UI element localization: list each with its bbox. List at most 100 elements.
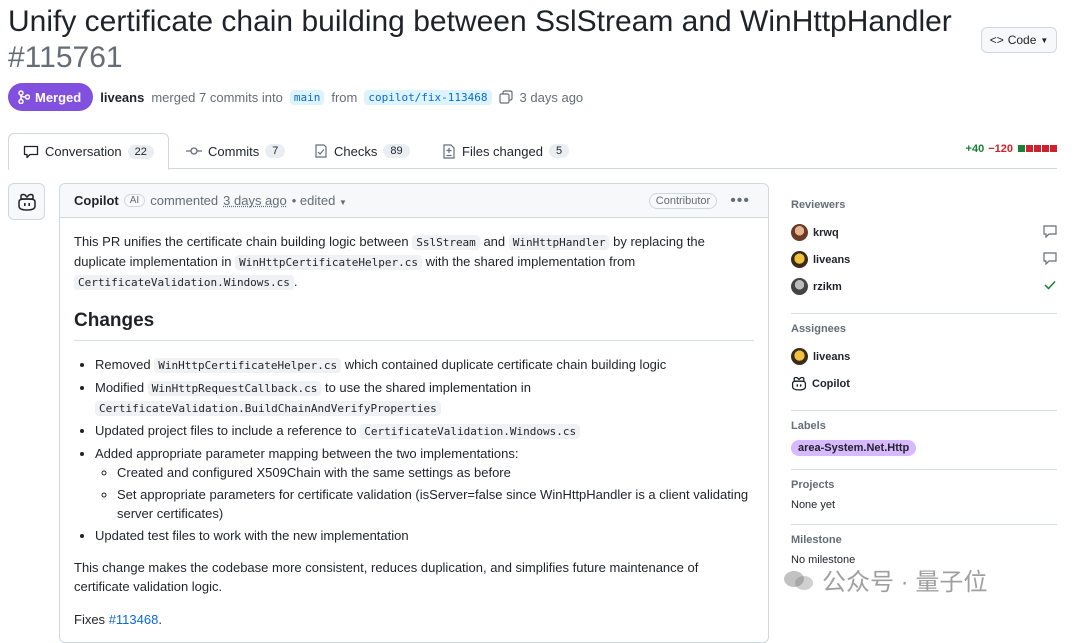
comment-time[interactable]: 3 days ago: [223, 193, 287, 208]
item-text: Updated project files to include a refer…: [95, 423, 357, 438]
diffstat-blocks: [1017, 143, 1057, 155]
kebab-menu-icon[interactable]: •••: [722, 192, 754, 210]
copy-icon[interactable]: [499, 90, 513, 104]
assignee-name: Copilot: [812, 378, 850, 390]
base-branch[interactable]: main: [290, 90, 325, 105]
reviewer-name: rzikm: [813, 281, 842, 293]
checklist-icon: [314, 144, 328, 159]
inline-code: SslStream: [412, 235, 480, 250]
code-button-label: Code: [1008, 33, 1037, 47]
copilot-icon: [791, 376, 807, 391]
pr-meta: Merged liveans merged 7 commits into mai…: [8, 83, 583, 111]
status-label: Merged: [35, 90, 81, 105]
projects-value: None yet: [791, 499, 1057, 511]
item-text: Removed: [95, 357, 151, 372]
reviewers-title[interactable]: Reviewers: [791, 199, 1057, 211]
reviewer-row[interactable]: liveans: [791, 246, 1057, 273]
comment-header: Copilot AI commented 3 days ago • edited…: [60, 184, 768, 218]
reviewers-section: Reviewers krwq liveans rzikm: [791, 190, 1057, 314]
fixes-end: .: [158, 612, 162, 627]
tab-files-changed[interactable]: Files changed 5: [442, 133, 569, 169]
comment-body: This PR unifies the certificate chain bu…: [60, 218, 768, 629]
sub-list: Created and configured X509Chain with th…: [95, 463, 754, 523]
changes-heading: Changes: [74, 309, 754, 341]
item-text: Added appropriate parameter mapping betw…: [95, 446, 518, 461]
assignee-name: liveans: [813, 351, 850, 363]
pr-tabs: Conversation 22 Commits 7 Checks 89 File…: [8, 133, 1057, 169]
check-icon: [1043, 279, 1057, 291]
inline-code: CertificateValidation.Windows.cs: [360, 424, 580, 439]
tab-commits[interactable]: Commits 7: [186, 133, 285, 169]
label-pill[interactable]: area-System.Net.Http: [791, 440, 916, 456]
tab-counter: 7: [265, 144, 285, 158]
ai-badge: AI: [124, 194, 145, 207]
wechat-icon: [784, 569, 814, 591]
assignees-section: Assignees liveans Copilot: [791, 314, 1057, 411]
diffstat: +40 −120: [966, 143, 1057, 155]
sub-list-item: Set appropriate parameters for certifica…: [117, 485, 754, 523]
lines-added: +40: [966, 143, 985, 155]
edited-dropdown[interactable]: • edited ▼: [292, 193, 347, 208]
reviewer-row[interactable]: rzikm: [791, 273, 1057, 300]
pr-description-comment: Copilot AI commented 3 days ago • edited…: [59, 183, 769, 643]
merged-status-badge: Merged: [8, 83, 93, 111]
list-item: Modified WinHttpRequestCallback.cs to us…: [95, 378, 754, 418]
inline-code: WinHttpCertificateHelper.cs: [154, 358, 341, 373]
projects-title[interactable]: Projects: [791, 479, 1057, 491]
head-branch[interactable]: copilot/fix-113468: [364, 90, 491, 105]
pr-sidebar: Reviewers krwq liveans rzikm Assignees l…: [791, 190, 1057, 579]
copilot-icon: [17, 193, 37, 211]
merger-name[interactable]: liveans: [100, 90, 144, 105]
lines-removed: −120: [988, 143, 1013, 155]
merge-icon: [18, 90, 30, 104]
tab-checks[interactable]: Checks 89: [314, 133, 410, 169]
watermark: 公众号 · 量子位: [784, 562, 987, 597]
assignee-row[interactable]: liveans: [791, 343, 1057, 370]
avatar: [791, 224, 808, 241]
intro-text: and: [483, 234, 505, 249]
tab-counter: 22: [128, 145, 154, 159]
list-item: Updated test files to work with the new …: [95, 526, 754, 545]
tab-conversation[interactable]: Conversation 22: [8, 133, 169, 170]
labels-section: Labels area-System.Net.Http: [791, 411, 1057, 470]
inline-code: CertificateValidation.BuildChainAndVerif…: [95, 401, 441, 416]
commit-icon: [186, 146, 202, 156]
milestone-title[interactable]: Milestone: [791, 534, 1057, 546]
issue-link[interactable]: #113468: [109, 612, 159, 627]
pr-number: #115761: [8, 40, 123, 76]
tab-counter: 89: [383, 144, 409, 158]
tab-label: Checks: [334, 144, 377, 159]
tab-label: Files changed: [462, 144, 543, 159]
item-text: which contained duplicate certificate ch…: [345, 357, 667, 372]
intro-text: .: [294, 274, 298, 289]
merge-time: 3 days ago: [520, 90, 584, 105]
assignee-row[interactable]: Copilot: [791, 370, 1057, 397]
summary-paragraph: This change makes the codebase more cons…: [74, 558, 754, 596]
labels-title[interactable]: Labels: [791, 420, 1057, 432]
caret-down-icon: ▼: [339, 198, 347, 207]
reviewer-row[interactable]: krwq: [791, 219, 1057, 246]
comment-icon: [23, 145, 39, 159]
code-button[interactable]: <> Code ▼: [981, 27, 1057, 53]
tab-label: Commits: [208, 144, 259, 159]
assignees-title[interactable]: Assignees: [791, 323, 1057, 335]
inline-code: WinHttpCertificateHelper.cs: [235, 255, 422, 270]
item-text: Modified: [95, 380, 144, 395]
fixes-line: Fixes #113468.: [74, 610, 754, 629]
reviewer-name: krwq: [813, 227, 839, 239]
watermark-text: 公众号 · 量子位: [822, 562, 987, 597]
copilot-avatar[interactable]: [8, 183, 45, 220]
comment-author[interactable]: Copilot: [74, 193, 119, 208]
tab-counter: 5: [549, 144, 569, 158]
edited-label: • edited: [292, 193, 336, 208]
intro-text: with the shared implementation from: [426, 254, 636, 269]
file-diff-icon: [442, 144, 456, 159]
avatar: [791, 251, 808, 268]
comment-review-icon: [1043, 252, 1057, 265]
inline-code: WinHttpHandler: [509, 235, 610, 250]
from-text: from: [331, 90, 357, 105]
avatar: [791, 278, 808, 295]
comment-review-icon: [1043, 225, 1057, 238]
tab-label: Conversation: [45, 144, 122, 159]
list-item: Updated project files to include a refer…: [95, 421, 754, 441]
